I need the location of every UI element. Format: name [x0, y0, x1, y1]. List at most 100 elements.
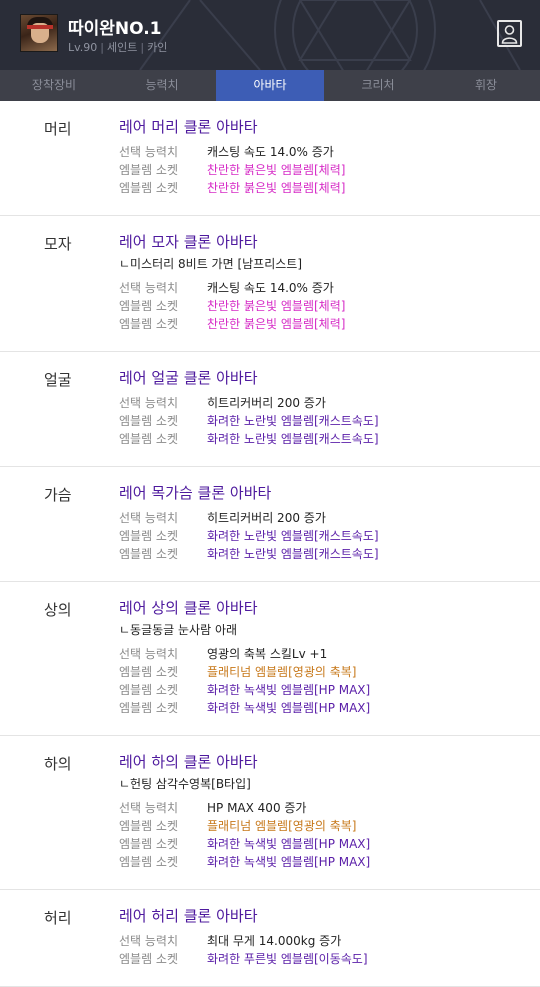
avatar-attributes: 선택 능력치 히트리커버리 200 증가 엠블렘 소켓 화려한 노란빛 엠블렘[캐스트…	[119, 394, 540, 448]
avatar-title[interactable]: 레어 모자 클론 아바타	[119, 232, 540, 252]
emblem-row: 엠블렘 소켓 찬란한 붉은빛 엠블렘[체력]	[119, 315, 540, 333]
option-label: 선택 능력치	[119, 647, 179, 661]
option-value: 캐스팅 속도 14.0% 증가	[207, 145, 334, 159]
avatar-title[interactable]: 레어 하의 클론 아바타	[119, 752, 540, 772]
emblem-row: 엠블렘 소켓 찬란한 붉은빛 엠블렘[체력]	[119, 297, 540, 315]
profile-button[interactable]	[497, 20, 522, 47]
emblem-value: 화려한 노란빛 엠블렘[캐스트속도]	[207, 432, 379, 446]
avatar-details: 레어 하의 클론 아바타 ㄴ헌팅 삼각수영복[B타입] 선택 능력치 HP MAX 4…	[119, 752, 540, 871]
emblem-value: 찬란한 붉은빛 엠블렘[체력]	[207, 163, 346, 177]
emblem-value: 화려한 노란빛 엠블렘[캐스트속도]	[207, 547, 379, 561]
avatar-title[interactable]: 레어 허리 클론 아바타	[119, 906, 540, 926]
option-value: 최대 무게 14.000kg 증가	[207, 934, 342, 948]
emblem-label: 엠블렘 소켓	[119, 665, 179, 679]
option-label: 선택 능력치	[119, 801, 179, 815]
emblem-value: 화려한 녹색빛 엠블렘[HP MAX]	[207, 837, 371, 851]
avatar-section-hat: 모자 레어 모자 클론 아바타 ㄴ미스터리 8비트 가면 [남프리스트] 선택 능력치…	[0, 216, 540, 352]
avatar-slot-label: 모자	[44, 235, 72, 253]
avatar-attributes: 선택 능력치 HP MAX 400 증가엠블렘 소켓 플래티넘 엠블렘[영광의 축복…	[119, 799, 540, 871]
option-row: 선택 능력치 영광의 축복 스킬Lv +1	[119, 645, 540, 663]
emblem-label: 엠블렘 소켓	[119, 529, 179, 543]
avatar-attributes: 선택 능력치 캐스팅 속도 14.0% 증가 엠블렘 소켓 찬란한 붉은빛 엠블렘[체…	[119, 279, 540, 333]
emblem-row: 엠블렘 소켓 화려한 노란빛 엠블렘[캐스트속도]	[119, 430, 540, 448]
emblem-label: 엠블렘 소켓	[119, 317, 179, 331]
avatar-clone-item: ㄴ헌팅 삼각수영복[B타입]	[119, 777, 251, 791]
character-level: Lv.90	[68, 41, 98, 54]
avatar-title[interactable]: 레어 목가슴 클론 아바타	[119, 483, 540, 503]
avatar-attributes: 선택 능력치 히트리커버리 200 증가 엠블렘 소켓 화려한 노란빛 엠블렘[캐스트…	[119, 509, 540, 563]
avatar-slot-label: 가슴	[44, 486, 72, 504]
emblem-value: 화려한 푸른빛 엠블렘[이동속도]	[207, 952, 368, 966]
tab-equipment[interactable]: 장착장비	[0, 70, 108, 101]
avatar-details: 레어 허리 클론 아바타선택 능력치 최대 무게 14.000kg 증가엠블렘 소…	[119, 906, 540, 968]
person-icon	[501, 25, 518, 44]
option-label: 선택 능력치	[119, 934, 179, 948]
option-value: HP MAX 400 증가	[207, 801, 307, 815]
emblem-row: 엠블렘 소켓 화려한 노란빛 엠블렘[캐스트속도]	[119, 545, 540, 563]
avatar-details: 레어 상의 클론 아바타 ㄴ동글동글 눈사람 아래선택 능력치 영광의 축복 스킬L…	[119, 598, 540, 717]
info-divider: |	[100, 41, 104, 54]
avatar-title[interactable]: 레어 상의 클론 아바타	[119, 598, 540, 618]
avatar-details: 레어 목가슴 클론 아바타 선택 능력치 히트리커버리 200 증가 엠블렘 소켓 화려…	[119, 483, 540, 563]
emblem-label: 엠블렘 소켓	[119, 819, 179, 833]
tab-stats[interactable]: 능력치	[108, 70, 216, 101]
emblem-row: 엠블렘 소켓 찬란한 붉은빛 엠블렘[체력]	[119, 161, 540, 179]
avatar-title[interactable]: 레어 얼굴 클론 아바타	[119, 368, 540, 388]
avatar-details: 레어 머리 클론 아바타 선택 능력치 캐스팅 속도 14.0% 증가 엠블렘 소켓 찬…	[119, 117, 540, 197]
emblem-row: 엠블렘 소켓 화려한 녹색빛 엠블렘[HP MAX]	[119, 699, 540, 717]
emblem-row: 엠블렘 소켓 화려한 노란빛 엠블렘[캐스트속도]	[119, 412, 540, 430]
emblem-row: 엠블렘 소켓 찬란한 붉은빛 엠블렘[체력]	[119, 179, 540, 197]
emblem-row: 엠블렘 소켓 화려한 녹색빛 엠블렘[HP MAX]	[119, 853, 540, 871]
emblem-label: 엠블렘 소켓	[119, 837, 179, 851]
avatar-section-waist: 허리 레어 허리 클론 아바타선택 능력치 최대 무게 14.000kg 증가엠블렘…	[0, 890, 540, 987]
avatar-slot-label: 상의	[44, 601, 72, 619]
option-label: 선택 능력치	[119, 145, 179, 159]
avatar-clone-item: ㄴ동글동글 눈사람 아래	[119, 623, 238, 637]
emblem-label: 엠블렘 소켓	[119, 701, 179, 715]
option-row: 선택 능력치 캐스팅 속도 14.0% 증가	[119, 143, 540, 161]
avatar-slot-label: 머리	[44, 120, 72, 138]
option-row: 선택 능력치 캐스팅 속도 14.0% 증가	[119, 279, 540, 297]
emblem-row: 엠블렘 소켓 화려한 푸른빛 엠블렘[이동속도]	[119, 950, 540, 968]
avatar-headband	[27, 25, 53, 29]
tab-avatar[interactable]: 아바타	[216, 70, 324, 101]
emblem-value: 화려한 녹색빛 엠블렘[HP MAX]	[207, 683, 371, 697]
avatar-section-bottom: 하의 레어 하의 클론 아바타 ㄴ헌팅 삼각수영복[B타입] 선택 능력치 HP MAX…	[0, 736, 540, 890]
avatar-list: 머리 레어 머리 클론 아바타 선택 능력치 캐스팅 속도 14.0% 증가 엠블렘 소…	[0, 101, 540, 987]
option-label: 선택 능력치	[119, 396, 179, 410]
avatar-section-head: 머리 레어 머리 클론 아바타선택 능력치 캐스팅 속도 14.0% 증가엠블렘 소…	[0, 101, 540, 216]
emblem-value: 플래티넘 엠블렘[영광의 축복]	[207, 665, 357, 679]
character-avatar[interactable]	[20, 14, 58, 52]
avatar-slot-label: 허리	[44, 909, 72, 927]
avatar-section-chest: 가슴 레어 목가슴 클론 아바타 선택 능력치 히트리커버리 200 증가 엠블렘 소켓…	[0, 467, 540, 582]
avatar-title[interactable]: 레어 머리 클론 아바타	[119, 117, 540, 137]
character-name: 따이완NO.1	[68, 19, 162, 39]
character-job: 카인	[147, 41, 168, 54]
avatar-attributes: 선택 능력치 최대 무게 14.000kg 증가엠블렘 소켓 화려한 푸른빛 엠블렘…	[119, 932, 540, 968]
emblem-value: 플래티넘 엠블렘[영광의 축복]	[207, 819, 357, 833]
avatar-details: 레어 모자 클론 아바타 ㄴ미스터리 8비트 가면 [남프리스트] 선택 능력치 캐스…	[119, 232, 540, 333]
tab-insignia[interactable]: 휘장	[432, 70, 540, 101]
avatar-attributes: 선택 능력치 영광의 축복 스킬Lv +1 엠블렘 소켓 플래티넘 엠블렘[영광의 축…	[119, 645, 540, 717]
tab-bar: 장착장비 능력치 아바타 크리처 휘장	[0, 70, 540, 101]
emblem-row: 엠블렘 소켓 화려한 노란빛 엠블렘[캐스트속도]	[119, 527, 540, 545]
emblem-value: 화려한 노란빛 엠블렘[캐스트속도]	[207, 529, 379, 543]
emblem-label: 엠블렘 소켓	[119, 414, 179, 428]
emblem-label: 엠블렘 소켓	[119, 432, 179, 446]
option-value: 히트리커버리 200 증가	[207, 511, 326, 525]
tab-creature[interactable]: 크리처	[324, 70, 432, 101]
emblem-value: 화려한 녹색빛 엠블렘[HP MAX]	[207, 855, 371, 869]
emblem-value: 찬란한 붉은빛 엠블렘[체력]	[207, 181, 346, 195]
emblem-label: 엠블렘 소켓	[119, 163, 179, 177]
option-label: 선택 능력치	[119, 281, 179, 295]
avatar-attributes: 선택 능력치 캐스팅 속도 14.0% 증가 엠블렘 소켓 찬란한 붉은빛 엠블렘[체…	[119, 143, 540, 197]
character-info: Lv.90 | 세인트 | 카인	[68, 39, 167, 55]
emblem-label: 엠블렘 소켓	[119, 181, 179, 195]
avatar-section-face: 얼굴 레어 얼굴 클론 아바타선택 능력치 히트리커버리 200 증가 엠블렘 소켓 화…	[0, 352, 540, 467]
emblem-row: 엠블렘 소켓 플래티넘 엠블렘[영광의 축복]	[119, 817, 540, 835]
avatar-slot-label: 얼굴	[44, 371, 72, 389]
emblem-value: 화려한 노란빛 엠블렘[캐스트속도]	[207, 414, 379, 428]
emblem-label: 엠블렘 소켓	[119, 952, 179, 966]
emblem-value: 화려한 녹색빛 엠블렘[HP MAX]	[207, 701, 371, 715]
avatar-section-top: 상의 레어 상의 클론 아바타 ㄴ동글동글 눈사람 아래선택 능력치 영광의 축복 스…	[0, 582, 540, 736]
